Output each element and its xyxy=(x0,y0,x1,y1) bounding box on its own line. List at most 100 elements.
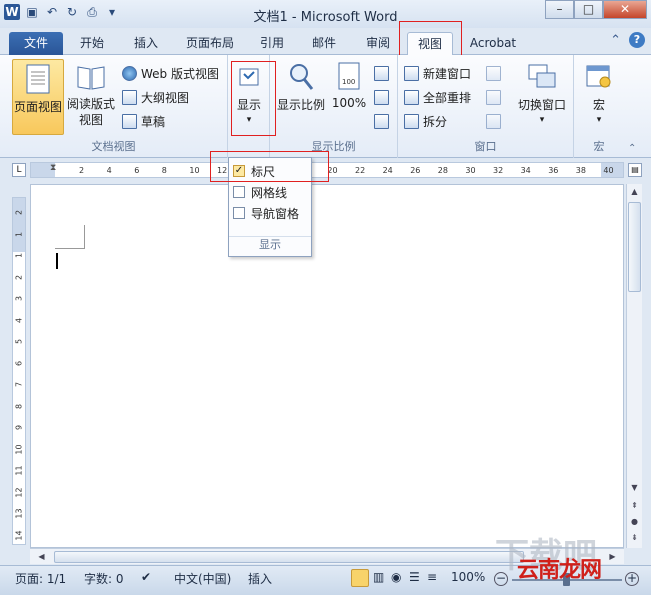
scroll-left-icon[interactable]: ◀ xyxy=(34,549,49,564)
proofing-icon[interactable]: ✔ xyxy=(141,570,151,584)
outline-view-button[interactable]: 大纲视图 xyxy=(122,88,189,106)
ruler-checkbox-item[interactable]: ✓ 标尺 xyxy=(233,161,275,181)
tab-mailings[interactable]: 邮件 xyxy=(304,32,344,55)
collapse-ribbon-icon[interactable]: ⌃ xyxy=(610,33,621,48)
new-window-button[interactable]: 新建窗口 xyxy=(404,64,471,82)
ruler-number: 26 xyxy=(410,166,421,175)
split-button[interactable]: 拆分 xyxy=(404,112,447,130)
word-count[interactable]: 字数: 0 xyxy=(84,570,124,587)
zoom-in-button[interactable]: + xyxy=(625,572,639,586)
help-icon[interactable]: ? xyxy=(629,32,645,48)
page-100-icon: 100 xyxy=(334,61,364,93)
switch-windows-arrow: ▾ xyxy=(539,115,545,125)
ruler-number: 13 xyxy=(14,508,24,519)
one-page-button[interactable] xyxy=(374,64,389,82)
group-window: 新建窗口 全部重排 拆分 切换窗口 ▾ 窗口 xyxy=(398,55,574,158)
print-layout-icon[interactable] xyxy=(351,569,369,587)
macros-arrow: ▾ xyxy=(596,115,602,125)
macros-icon xyxy=(584,61,614,93)
navpane-checkbox[interactable] xyxy=(233,207,245,219)
ruler-number: 6 xyxy=(14,360,24,366)
ribbon: 页面视图 阅读版式视图 Web 版式视图 大纲视图 草稿 文档视图 显示 ▾ 显… xyxy=(0,55,651,158)
tab-insert[interactable]: 插入 xyxy=(124,32,168,55)
split-label: 拆分 xyxy=(423,114,448,129)
language-indicator[interactable]: 中文(中国) xyxy=(174,570,231,587)
watermark-logo: 云南龙网 xyxy=(517,558,602,583)
horizontal-ruler[interactable]: ⧗ 246810121416182022242628303234363840 xyxy=(30,162,624,178)
tab-references[interactable]: 引用 xyxy=(252,32,292,55)
view-side-by-side-button[interactable] xyxy=(486,64,501,82)
ruler-number: 1 xyxy=(14,231,24,237)
zoom-button[interactable]: 显示比例 xyxy=(276,61,326,113)
switch-windows-label: 切换窗口 xyxy=(517,98,566,112)
ruler-number: 22 xyxy=(355,166,366,175)
ruler-number: 12 xyxy=(14,486,24,498)
scroll-down-icon[interactable]: ▼ xyxy=(627,480,642,495)
ruler-number: 4 xyxy=(106,166,112,175)
outline-icon[interactable]: ☰ xyxy=(409,570,420,584)
tab-selector[interactable]: L xyxy=(12,163,26,177)
switch-windows-button[interactable]: 切换窗口 ▾ xyxy=(514,61,570,125)
group-macros: 宏 ▾ 宏 xyxy=(574,55,624,158)
draft-view-button[interactable]: 草稿 xyxy=(122,112,165,130)
tab-view[interactable]: 视图 xyxy=(407,32,453,56)
full-reading-icon[interactable]: ▥ xyxy=(373,570,384,584)
outline-view-icon xyxy=(122,89,137,105)
horizontal-scroll-thumb[interactable] xyxy=(54,551,524,563)
ruler-number: 1 xyxy=(14,252,24,259)
vertical-scroll-thumb[interactable] xyxy=(628,202,641,292)
vertical-scrollbar[interactable]: ▲ ▼ ⇞ ● ⇟ xyxy=(626,184,642,548)
minimize-button[interactable]: – xyxy=(545,0,574,19)
macros-button[interactable]: 宏 ▾ xyxy=(580,61,618,125)
two-pages-button[interactable] xyxy=(374,88,389,106)
ruler-number: 34 xyxy=(520,166,531,175)
browse-object-icon[interactable]: ● xyxy=(627,514,642,529)
sync-scroll-button[interactable] xyxy=(486,88,501,106)
web-view-button[interactable]: Web 版式视图 xyxy=(122,64,219,82)
ribbon-expand-icon[interactable]: ⌃ xyxy=(628,143,636,154)
tab-acrobat[interactable]: Acrobat xyxy=(462,32,524,55)
page-count[interactable]: 页面: 1/1 xyxy=(15,570,66,587)
tab-file[interactable]: 文件 xyxy=(9,32,63,55)
ruler-number: 24 xyxy=(382,166,393,175)
vertical-ruler[interactable]: 2 1 1 2 3 4 5 6 7 8 9 10 11 12 13 14 xyxy=(12,197,26,545)
gridlines-checkbox-item[interactable]: 网格线 xyxy=(233,182,287,202)
tab-review[interactable]: 审阅 xyxy=(356,32,400,55)
svg-text:100: 100 xyxy=(342,78,355,86)
page-view-button[interactable]: 页面视图 xyxy=(12,59,64,135)
view-ruler-icon[interactable]: ▤ xyxy=(628,163,642,177)
draft-view-label: 草稿 xyxy=(141,114,166,129)
reset-window-icon xyxy=(486,113,501,129)
scroll-up-icon[interactable]: ▲ xyxy=(627,184,642,199)
prev-page-icon[interactable]: ⇞ xyxy=(627,498,642,513)
maximize-button[interactable]: □ xyxy=(574,0,603,19)
page-width-button[interactable] xyxy=(374,112,389,130)
close-button[interactable]: ✕ xyxy=(603,0,647,19)
draft-icon[interactable]: ≡ xyxy=(427,570,437,584)
group-label-document-views: 文档视图 xyxy=(91,140,136,153)
next-page-icon[interactable]: ⇟ xyxy=(627,530,642,545)
tab-home[interactable]: 开始 xyxy=(70,32,114,55)
insert-mode[interactable]: 插入 xyxy=(248,570,272,587)
reset-window-button[interactable] xyxy=(486,112,501,130)
group-zoom: 显示比例 100 100% 显示比例 xyxy=(270,55,398,158)
document-page[interactable] xyxy=(30,184,624,548)
reading-view-button[interactable]: 阅读版式视图 xyxy=(66,61,116,128)
ruler-checkbox[interactable]: ✓ xyxy=(233,165,245,177)
arrange-all-button[interactable]: 全部重排 xyxy=(404,88,471,106)
indent-marker-icon[interactable]: ⧗ xyxy=(50,163,56,173)
ruler-number: 7 xyxy=(14,381,24,388)
sync-scroll-icon xyxy=(486,89,501,105)
new-window-icon xyxy=(404,65,419,81)
navpane-checkbox-item[interactable]: 导航窗格 xyxy=(233,203,299,223)
zoom-100-button[interactable]: 100 100% xyxy=(330,61,368,110)
tab-page-layout[interactable]: 页面布局 xyxy=(178,32,242,55)
show-button[interactable]: 显示 ▾ xyxy=(230,61,268,125)
ruler-number: 5 xyxy=(14,338,24,345)
ruler-number: 6 xyxy=(134,166,140,175)
web-layout-icon[interactable]: ◉ xyxy=(391,570,401,584)
scroll-right-icon[interactable]: ▶ xyxy=(605,549,620,564)
zoom-level[interactable]: 100% xyxy=(451,570,485,584)
gridlines-checkbox[interactable] xyxy=(233,186,245,198)
one-page-icon xyxy=(374,65,389,81)
